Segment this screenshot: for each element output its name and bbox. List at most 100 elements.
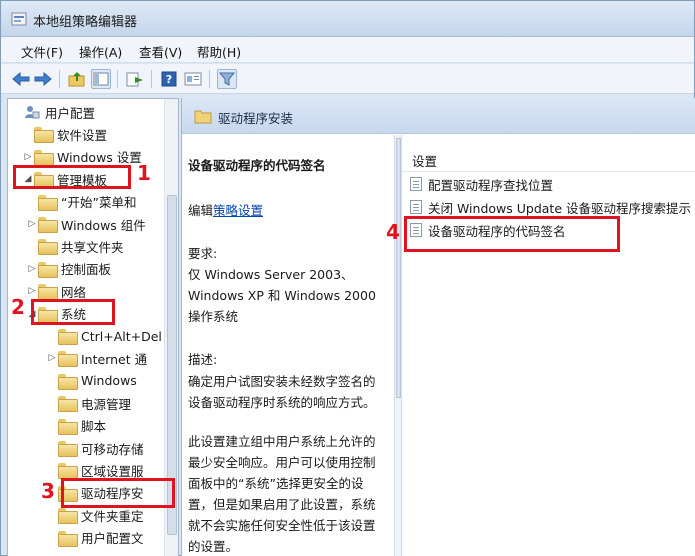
tree-item[interactable]: 文件夹重定 [46,505,144,525]
title-bar: 本地组策略编辑器 [1,1,694,37]
tree-item[interactable]: Ctrl+Alt+Del [46,326,162,346]
annotation-box-system [31,299,115,325]
tree-item[interactable]: ▷ 控制面板 [26,259,111,279]
description-scrollbar-thumb[interactable] [396,138,401,398]
requirements-label: 要求: [188,246,218,261]
tree-item-label: Windows 设置 [57,150,142,166]
policy-title: 设备驱动程序的代码签名 [188,158,326,173]
menu-action[interactable]: 操作(A) [79,42,122,61]
category-title: 驱动程序安装 [218,111,294,126]
tree-item-label: 可移动存储 [81,441,144,457]
requirements-text: 操作系统 [188,309,239,324]
description-text: 面板中的“系统”选择更安全的设 [188,476,364,491]
tree-item[interactable]: 可移动存储 [46,438,144,458]
description-text: 设备驱动程序时系统的响应方式。 [188,395,376,410]
setting-item-label: 关闭 Windows Update 设备驱动程序搜索提示 [428,200,691,216]
group-policy-editor-window: 本地组策略编辑器 文件(F) 操作(A) 查看(V) 帮助(H) ? 用户配置 … [0,0,695,556]
toolbar-separator [151,70,152,88]
export-list-icon[interactable] [125,69,145,89]
setting-item[interactable]: 配置驱动程序查找位置 [410,174,553,194]
expand-arrow-icon[interactable]: ▷ [22,152,34,162]
properties-icon[interactable] [183,69,203,89]
annotation-number: 2 [11,295,25,319]
tree-item[interactable]: ▷ Windows 组件 [26,214,146,234]
tree-item-label: Windows [81,373,137,389]
setting-item[interactable]: 关闭 Windows Update 设备驱动程序搜索提示 [410,197,691,217]
policy-details-pane: 驱动程序安装 设备驱动程序的代码签名 编辑策略设置 要求: 仅 Windows … [181,98,695,556]
filter-icon[interactable] [217,69,237,89]
tree-item-label: 脚本 [81,419,107,435]
expand-arrow-icon[interactable]: ▷ [26,286,38,296]
tree-item[interactable]: 电源管理 [46,393,131,413]
tree-item[interactable]: 共享文件夹 [26,236,124,256]
description-text: 确定用户试图安装未经数字签名的 [188,374,376,389]
folder-icon [38,239,58,256]
menu-file[interactable]: 文件(F) [21,42,63,61]
expand-arrow-icon[interactable]: ▷ [26,219,38,229]
category-header: 驱动程序安装 [182,98,695,134]
window-title: 本地组策略编辑器 [33,15,138,30]
annotation-box-code-signing [404,216,620,252]
folder-icon [38,194,58,211]
back-icon[interactable] [11,69,31,89]
tree-item[interactable]: 用户配置 [12,102,95,122]
tree-item-label: 网络 [61,284,87,300]
description-text: 此设置建立组中用户系统上允许的 [188,434,376,449]
edit-prefix: 编辑 [188,203,214,218]
menu-view[interactable]: 查看(V) [139,42,182,61]
folder-icon [194,110,212,124]
tree-item[interactable]: ▷ Internet 通 [46,348,147,368]
description-scrollbar[interactable] [394,135,402,556]
tree-item-label: 文件夹重定 [81,508,144,524]
up-folder-icon[interactable] [67,69,87,89]
help-icon[interactable]: ? [159,69,179,89]
tree-item[interactable]: 用户配置文 [46,528,144,548]
folder-icon [34,149,54,166]
toolbar-separator [117,70,118,88]
edit-policy-link[interactable]: 策略设置 [213,203,263,218]
annotation-box-driver-install [61,478,175,508]
tree-item[interactable]: 脚本 [46,416,106,436]
description-text: 最少安全响应。用户可以使用控制 [188,455,376,470]
tree-item-label: 共享文件夹 [61,239,124,255]
description-text: 的设置。 [188,539,239,554]
user-config-icon [25,106,40,119]
expand-arrow-icon[interactable]: ▷ [46,353,58,363]
policy-editor-app-icon [11,12,27,26]
folder-icon [58,530,78,547]
description-text: 置，但是如果启用了此设置，系统 [188,497,376,512]
toolbar: ? [1,64,694,94]
tree-item-label: 用户配置 [45,105,96,121]
tree-item-label: Internet 通 [81,351,148,367]
description-panel: 设备驱动程序的代码签名 编辑策略设置 要求: 仅 Windows Server … [182,135,394,556]
folder-icon [58,508,78,525]
tree-item[interactable]: “开始”菜单和 [26,192,136,212]
tree-item-label: Windows 组件 [61,217,146,233]
annotation-number: 1 [137,161,151,185]
tree-item-label: 电源管理 [81,396,132,412]
folder-icon [58,373,78,390]
tree-item-label: 软件设置 [57,127,108,143]
tree-item[interactable]: 软件设置 [22,124,107,144]
annotation-number: 3 [41,479,55,503]
forward-icon[interactable] [33,69,53,89]
show-hide-tree-icon[interactable] [91,69,111,89]
settings-column-header[interactable]: 设置 [412,151,437,170]
annotation-number: 4 [386,220,400,244]
folder-icon [34,127,54,144]
tree-item-label: “开始”菜单和 [61,195,137,211]
folder-icon [58,329,78,345]
tree-item[interactable]: Windows [46,371,137,391]
description-text: 就不会实施任何安全性低于该设置 [188,518,376,533]
tree-item[interactable]: ▷ Windows 设置 [22,147,142,167]
edit-policy-line: 编辑策略设置 [188,200,263,219]
menu-bar: 文件(F) 操作(A) 查看(V) 帮助(H) [1,37,694,63]
folder-icon [58,418,78,435]
menu-help[interactable]: 帮助(H) [197,42,241,61]
folder-icon [58,396,78,413]
folder-icon [38,284,58,301]
folder-icon [38,261,58,278]
expand-arrow-icon[interactable]: ▷ [26,264,38,274]
requirements-text: 仅 Windows Server 2003、 [188,267,354,282]
svg-text:?: ? [166,73,172,86]
